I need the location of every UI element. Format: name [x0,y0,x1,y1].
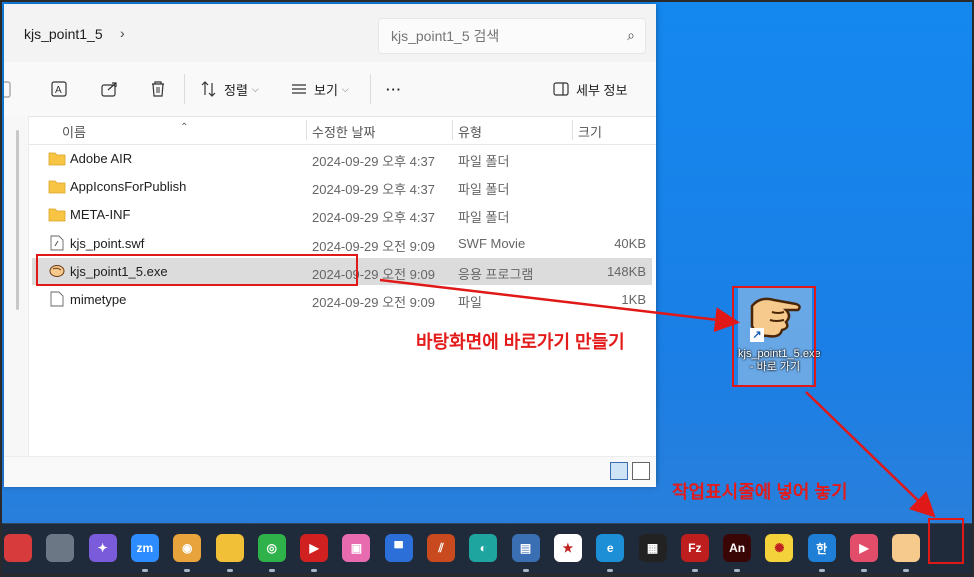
annotation-pin-taskbar: 작업표시줄에 넣어 놓기 [672,482,848,502]
annotation-make-shortcut: 바탕화면에 바로가기 만들기 [416,332,625,352]
